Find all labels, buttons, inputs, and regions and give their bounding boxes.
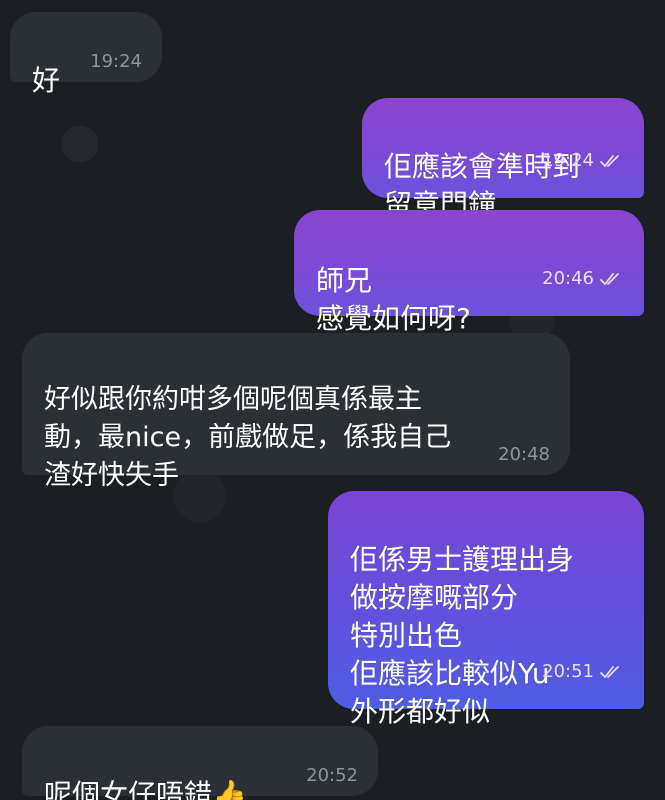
message-text: 好 (32, 64, 61, 97)
double-check-icon (600, 252, 624, 306)
message-bubble-outgoing[interactable]: 師兄 感覺如何呀? 20:46 (294, 210, 644, 335)
message-time: 20:48 (498, 444, 550, 465)
message-meta: 20:52 (306, 766, 358, 786)
message-bubble-outgoing[interactable]: 佢應該會準時到 留意門鐘 19:24 (362, 98, 644, 221)
message-text: 呢個女仔唔錯 (44, 778, 213, 800)
double-check-icon (600, 645, 624, 699)
message-text: 佢係男士護理出身 做按摩嘅部分 特別出色 佢應該比較似Yu 外形都好似 (350, 543, 575, 728)
thumbs-up-icon: 👍 (212, 778, 247, 800)
message-meta: 20:48 (498, 445, 550, 465)
message-bubble-outgoing[interactable]: 佢係男士護理出身 做按摩嘅部分 特別出色 佢應該比較似Yu 外形都好似 20:5… (328, 491, 644, 728)
message-text: 好似跟你約咁多個呢個真係最主 動，最nice，前戲做足，係我自己 渣好快失手 (44, 384, 452, 491)
message-meta: 19:24 (542, 134, 624, 188)
message-meta: 20:51 (542, 645, 624, 699)
message-meta: 19:24 (90, 52, 142, 72)
message-time: 19:24 (542, 150, 594, 171)
message-time: 20:46 (542, 268, 594, 289)
message-bubble-incoming[interactable]: 呢個女仔唔錯👍 20:52 (22, 726, 378, 800)
message-meta: 20:46 (542, 252, 624, 306)
message-time: 19:24 (90, 51, 142, 72)
message-bubble-incoming[interactable]: 好 19:24 (10, 12, 162, 97)
message-time: 20:52 (306, 765, 358, 786)
message-text: 師兄 感覺如何呀? (316, 264, 471, 335)
message-time: 20:51 (542, 661, 594, 682)
message-bubble-incoming[interactable]: 好似跟你約咁多個呢個真係最主 動，最nice，前戲做足，係我自己 渣好快失手 2… (22, 333, 570, 491)
double-check-icon (600, 134, 624, 188)
